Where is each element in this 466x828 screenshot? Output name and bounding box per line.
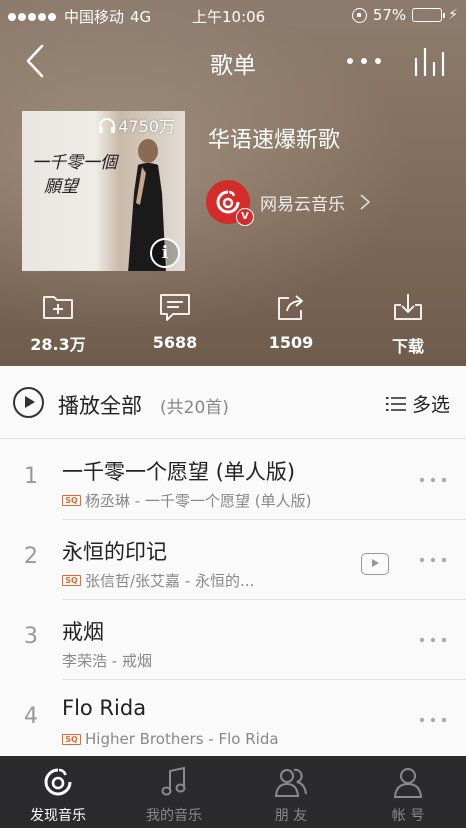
download-icon: [394, 294, 422, 320]
creator-link[interactable]: V 网易云音乐: [206, 180, 371, 226]
sq-badge: SQ: [62, 495, 81, 506]
charging-bolt-icon: ⚡︎: [448, 7, 458, 23]
page-title: 歌单: [210, 53, 256, 79]
folder-add-icon: [43, 296, 73, 319]
song-number: 2: [24, 544, 38, 569]
song-title: Flo Rida: [62, 696, 147, 720]
song-row-4[interactable]: 4 Flo Rida SQ Higher Brothers - Flo Rida: [0, 680, 466, 756]
play-all-label[interactable]: 播放全部: [58, 390, 142, 420]
comment-count: 5688: [152, 333, 198, 352]
status-bar: 中国移动 4G 上午10:06 57% ⚡︎: [0, 0, 466, 32]
share-count: 1509: [268, 333, 314, 352]
download-action-button[interactable]: 下载: [358, 292, 458, 357]
sq-badge: SQ: [62, 733, 81, 745]
now-playing-bars-icon[interactable]: [410, 44, 450, 78]
tab-label: 朋 友: [274, 808, 308, 824]
song-artist-album: Higher Brothers - Flo Rida: [85, 730, 279, 748]
song-number: 3: [24, 624, 38, 649]
playlist-header: 中国移动 4G 上午10:06 57% ⚡︎ 歌单 一千零一個 願望 4750万…: [0, 0, 466, 366]
share-action-button[interactable]: 1509: [241, 292, 341, 352]
tab-account[interactable]: 帐 号: [350, 756, 466, 828]
tab-my-music[interactable]: 我的音乐: [116, 756, 232, 828]
song-more-icon[interactable]: [418, 476, 448, 484]
song-more-icon[interactable]: [418, 556, 448, 564]
rotation-lock-icon: [351, 7, 367, 23]
play-count: 4750万: [98, 113, 175, 137]
nav-bar: 歌单: [0, 32, 466, 90]
mv-play-icon[interactable]: [361, 553, 389, 575]
multi-select-button[interactable]: 多选: [385, 390, 450, 417]
play-count-value: 4750万: [118, 117, 175, 136]
bottom-tab-bar: 发现音乐 我的音乐 朋 友 帐 号: [0, 756, 466, 828]
song-more-icon[interactable]: [418, 636, 448, 644]
signal-strength-icon: [8, 12, 56, 21]
verified-badge-icon: V: [236, 208, 254, 226]
favorite-action-button[interactable]: 28.3万: [8, 292, 108, 355]
account-icon: [393, 768, 423, 798]
song-title: 一千零一个愿望 (单人版): [62, 460, 296, 484]
song-count: (共20首): [160, 398, 229, 418]
song-title: 永恒的印记: [62, 540, 167, 564]
network-type: 4G: [130, 7, 152, 26]
friends-icon: [274, 768, 307, 797]
music-note-icon: [161, 766, 186, 796]
song-artist-album: 李荣浩 - 戒烟: [62, 652, 152, 670]
song-subtitle: SQ 张信哲/张艾嘉 - 永恒的...: [62, 570, 254, 591]
status-left: 中国移动 4G: [8, 6, 151, 27]
song-more-icon[interactable]: [418, 716, 448, 724]
list-icon: [385, 396, 406, 411]
song-number: 1: [24, 464, 38, 489]
tab-label: 帐 号: [391, 808, 425, 824]
song-row-1[interactable]: 1 一千零一个愿望 (单人版) SQ 杨丞琳 - 一千零一个愿望 (单人版): [0, 440, 466, 520]
favorite-count: 28.3万: [30, 335, 86, 354]
song-subtitle: SQ 杨丞琳 - 一千零一个愿望 (单人版): [62, 490, 311, 511]
song-artist-album: 张信哲/张艾嘉 - 永恒的...: [85, 572, 255, 590]
carrier-name: 中国移动: [64, 8, 125, 26]
playlist-title: 华语速爆新歌: [208, 128, 341, 153]
creator-avatar: V: [206, 180, 254, 226]
battery-percent: 57%: [372, 6, 407, 24]
status-right: 57% ⚡︎: [351, 6, 458, 24]
multi-select-label: 多选: [411, 394, 450, 416]
song-artist-album: 杨丞琳 - 一千零一个愿望 (单人版): [85, 492, 312, 510]
tab-label: 我的音乐: [146, 808, 202, 824]
download-label: 下载: [391, 337, 424, 356]
song-row-2[interactable]: 2 永恒的印记 SQ 张信哲/张艾嘉 - 永恒的...: [0, 520, 466, 600]
song-list: 播放全部 (共20首) 多选 1 一千零一个愿望 (单人版) SQ 杨丞琳 - 一…: [0, 366, 466, 756]
song-subtitle: 李荣浩 - 戒烟: [62, 650, 152, 671]
tab-label: 发现音乐: [30, 808, 86, 824]
comment-action-button[interactable]: 5688: [125, 292, 225, 352]
song-subtitle: SQ Higher Brothers - Flo Rida: [62, 730, 279, 748]
chevron-right-icon: [360, 194, 371, 210]
headphones-icon: [99, 118, 116, 133]
tab-friends[interactable]: 朋 友: [233, 756, 349, 828]
song-row-3[interactable]: 3 戒烟 李荣浩 - 戒烟: [0, 600, 466, 680]
creator-name: 网易云音乐: [260, 194, 345, 215]
playlist-actions: 28.3万 5688 1509 下载: [0, 292, 466, 362]
more-menu-icon[interactable]: [344, 46, 384, 76]
info-icon[interactable]: i: [150, 238, 180, 268]
netease-music-icon: [44, 768, 72, 796]
song-title: 戒烟: [62, 620, 104, 644]
play-all-row[interactable]: 播放全部 (共20首) 多选: [0, 366, 466, 439]
song-number: 4: [24, 704, 38, 729]
share-icon: [278, 295, 303, 320]
status-time: 上午10:06: [192, 8, 266, 26]
battery-icon: [412, 8, 446, 22]
sq-badge: SQ: [62, 575, 81, 586]
play-circle-icon[interactable]: [13, 387, 44, 418]
cover-title-art: 一千零一個 願望: [32, 153, 117, 197]
tab-discover[interactable]: 发现音乐: [0, 756, 116, 828]
comment-icon: [160, 294, 190, 321]
